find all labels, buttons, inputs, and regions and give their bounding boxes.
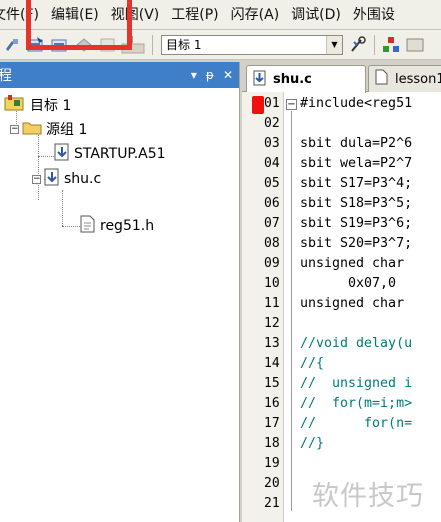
tab-lesson1[interactable]: lesson1 [368, 65, 441, 92]
target-select[interactable]: 目标 1 ▼ [161, 34, 343, 55]
panel-menu-icon[interactable]: ▾ [191, 68, 197, 82]
line-number: 21 [264, 496, 280, 511]
line-number: 06 [264, 196, 280, 211]
menu-project[interactable]: 工程(P) [165, 0, 224, 30]
translate-icon[interactable] [1, 34, 23, 56]
code-line: sbit wela=P2^7 [300, 156, 413, 171]
tree-item-reg51[interactable]: reg51.h [80, 215, 154, 237]
line-number: 09 [264, 256, 280, 271]
line-number: 15 [264, 376, 280, 391]
asm-file-icon [54, 143, 70, 165]
project-panel-title: 程 [0, 68, 12, 84]
target-icon [4, 95, 26, 115]
collapse-icon[interactable]: − [32, 174, 41, 184]
code-line: // for(n= [300, 416, 413, 431]
uvision-window: 文件(F) 编辑(E) 视图(V) 工程(P) 闪存(A) 调试(D) 外围设 … [0, 0, 441, 522]
fold-guide [291, 111, 292, 511]
code-line: // unsigned i [300, 376, 413, 391]
c-file-icon [44, 168, 60, 190]
folder-icon [22, 119, 42, 139]
line-number: 03 [264, 136, 280, 151]
menu-flash[interactable]: 闪存(A) [225, 0, 286, 30]
chevron-down-icon[interactable]: ▼ [326, 35, 342, 54]
line-number: 11 [264, 296, 280, 311]
line-number: 20 [264, 476, 280, 491]
line-number: 12 [264, 316, 280, 331]
target-select-value: 目标 1 [166, 38, 202, 52]
line-number: 02 [264, 116, 280, 131]
line-number: 07 [264, 216, 280, 231]
line-number: 04 [264, 156, 280, 171]
code-line: unsigned char [300, 256, 405, 271]
header-file-icon [80, 215, 96, 237]
tab-label: shu.c [273, 72, 312, 87]
menu-edit[interactable]: 编辑(E) [45, 0, 105, 30]
toolbar-separator [152, 34, 153, 55]
project-panel-header: 程 ▾ ᵽ ✕ [0, 62, 239, 88]
menu-debug[interactable]: 调试(D) [285, 0, 347, 30]
line-number: 14 [264, 356, 280, 371]
code-line: 0x07,0 [300, 276, 397, 291]
tree-label-startup: STARTUP.A51 [74, 146, 166, 162]
code-line: sbit S18=P3^5; [300, 196, 413, 211]
line-number: 19 [264, 456, 280, 471]
tab-label: lesson1 [395, 71, 441, 87]
line-number: 18 [264, 436, 280, 451]
download-icon[interactable] [121, 34, 147, 56]
batch-build-icon[interactable] [73, 34, 95, 56]
panel-close-icon[interactable]: ✕ [223, 68, 233, 82]
c-file-icon [253, 70, 267, 90]
stop-build-icon[interactable] [97, 34, 119, 56]
code-line: //} [300, 436, 325, 451]
tree-label-shu-c: shu.c [64, 171, 102, 187]
manage-components-icon[interactable] [380, 34, 402, 56]
code-line: sbit S19=P3^6; [300, 216, 413, 231]
line-number: 16 [264, 396, 280, 411]
project-panel: 程 ▾ ᵽ ✕ 目标 1 − 源组 1 STARTUP.A51 − shu.c … [0, 62, 240, 522]
line-number: 17 [264, 416, 280, 431]
tree-item-target[interactable]: 目标 1 [4, 94, 71, 116]
toolbar-separator [374, 34, 375, 55]
menu-view[interactable]: 视图(V) [105, 0, 166, 30]
code-line: unsigned char [300, 296, 405, 311]
code-line: // for(m=i;m> [300, 396, 413, 411]
tree-connector [62, 190, 63, 226]
tree-connector [38, 156, 54, 157]
code-line: sbit dula=P2^6 [300, 136, 413, 151]
line-number: 01 [264, 96, 280, 111]
tree-item-group[interactable]: − 源组 1 [10, 118, 87, 140]
tree-label-reg51: reg51.h [100, 218, 155, 234]
code-line: sbit S17=P3^4; [300, 176, 413, 191]
editor-tabs: shu.c lesson1 [242, 62, 441, 93]
tree-label-group: 源组 1 [46, 122, 88, 138]
editor-pane: shu.c lesson1 − #include<reg51 sbit dula=… [242, 62, 441, 522]
tree-connector [62, 226, 80, 227]
menu-bar: 文件(F) 编辑(E) 视图(V) 工程(P) 闪存(A) 调试(D) 外围设 [0, 0, 441, 30]
target-options-icon[interactable] [347, 34, 369, 56]
code-line: #include<reg51 [300, 96, 413, 111]
rebuild-icon[interactable] [49, 34, 71, 56]
code-line: sbit S20=P3^7; [300, 236, 413, 251]
pack-installer-icon[interactable] [404, 34, 426, 56]
tree-item-shu-c[interactable]: − shu.c [32, 168, 101, 190]
line-number: 13 [264, 336, 280, 351]
watermark-text: 软件技巧 [312, 481, 424, 512]
line-number: 10 [264, 276, 280, 291]
code-line: //void delay(u [300, 336, 413, 351]
tree-item-startup[interactable]: STARTUP.A51 [54, 143, 166, 165]
file-icon [375, 69, 389, 89]
menu-peripherals[interactable]: 外围设 [347, 0, 401, 30]
breakpoint-marker[interactable] [252, 96, 264, 114]
code-line: //{ [300, 356, 325, 371]
build-icon[interactable] [25, 34, 47, 56]
line-number: 05 [264, 176, 280, 191]
line-number: 08 [264, 236, 280, 251]
tree-label-target: 目标 1 [30, 98, 72, 114]
build-toolbar: 目标 1 ▼ [0, 30, 441, 60]
code-text-area[interactable]: #include<reg51 sbit dula=P2^6 sbit wela=P2… [296, 92, 441, 522]
collapse-icon[interactable]: − [10, 124, 19, 134]
panel-pin-icon[interactable]: ᵽ [206, 68, 214, 82]
menu-file[interactable]: 文件(F) [0, 0, 45, 30]
tab-shu-c[interactable]: shu.c [246, 65, 366, 93]
